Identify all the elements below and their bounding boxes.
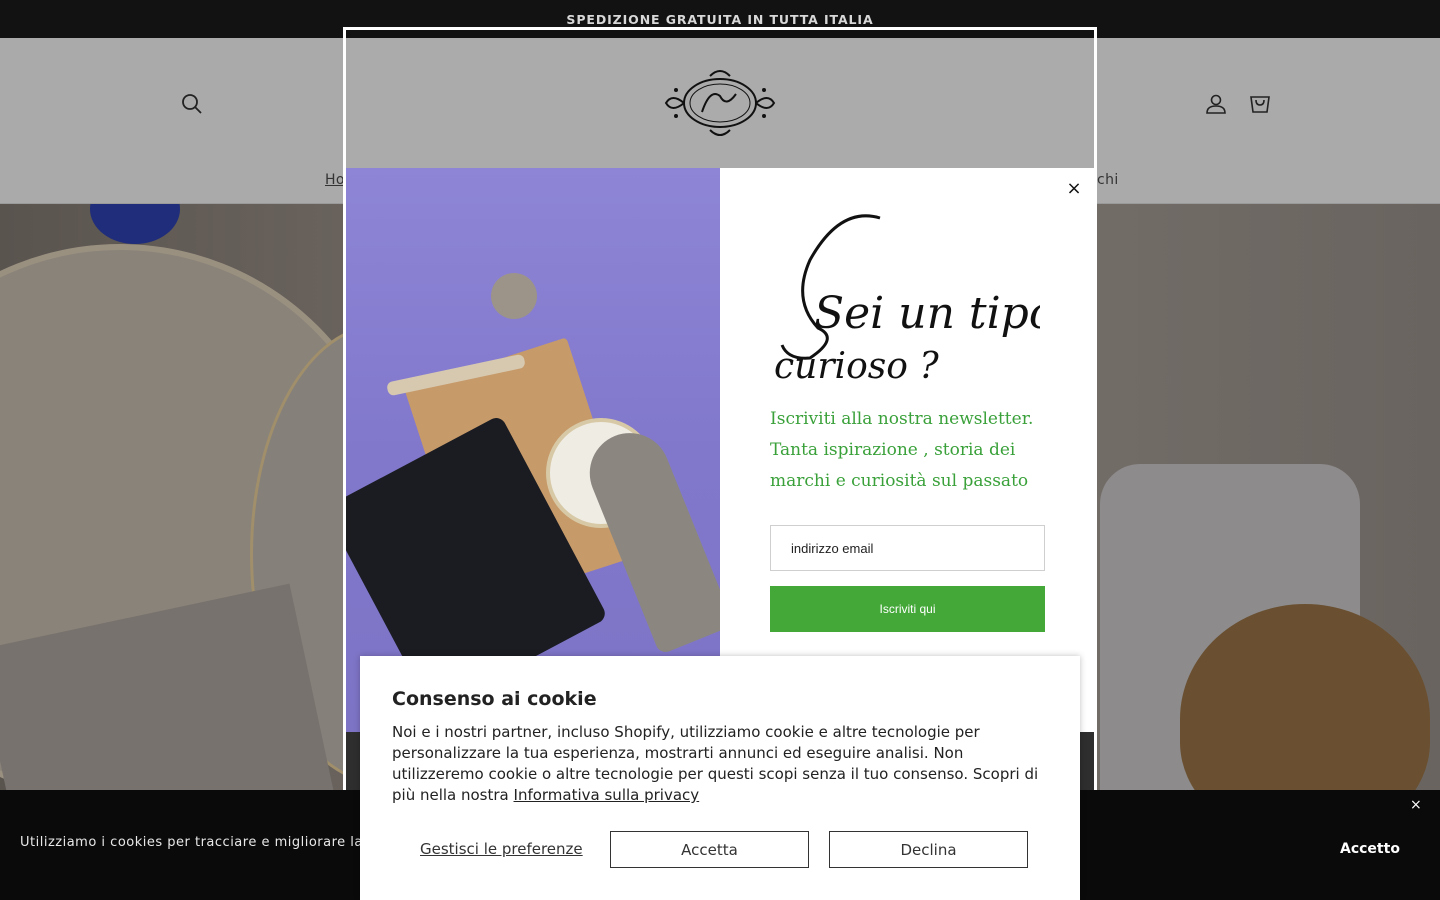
nav-item-home[interactable]: Ho (325, 172, 345, 188)
cart-icon[interactable] (1248, 92, 1272, 116)
consent-body: Noi e i nostri partner, incluso Shopify,… (392, 722, 1052, 806)
manage-preferences-link[interactable]: Gestisci le preferenze (420, 840, 583, 858)
consent-text: Noi e i nostri partner, incluso Shopify,… (392, 723, 1039, 804)
newsletter-description: Iscriviti alla nostra newsletter. Tanta … (770, 409, 1034, 491)
hero-blue-glass (90, 204, 180, 244)
cookie-consent-dialog: Consenso ai cookie Noi e i nostri partne… (360, 656, 1080, 900)
search-icon[interactable] (180, 92, 204, 116)
account-icon[interactable] (1204, 92, 1228, 116)
consent-title: Consenso ai cookie (392, 688, 597, 710)
newsletter-close-icon[interactable]: × (1064, 178, 1084, 199)
svg-text:Sei un tipo: Sei un tipo (814, 288, 1040, 339)
consent-accept-button[interactable]: Accetta (610, 831, 809, 868)
subscribe-button[interactable]: Iscriviti qui (770, 586, 1045, 632)
svg-text:curioso ?: curioso ? (774, 346, 939, 387)
newsletter-script-title: Sei un tipo curioso ? (774, 214, 1040, 387)
nav-item-marchi[interactable]: chi (1097, 172, 1119, 188)
consent-decline-button[interactable]: Declina (829, 831, 1028, 868)
announcement-text: SPEDIZIONE GRATUITA IN TUTTA ITALIA (566, 11, 874, 27)
privacy-policy-link[interactable]: Informativa sulla privacy (514, 786, 700, 804)
cookie-bar-close-icon[interactable]: × (1410, 797, 1422, 813)
email-field[interactable] (770, 525, 1045, 571)
cookie-bar-accept-button[interactable]: Accetto (1340, 841, 1400, 857)
